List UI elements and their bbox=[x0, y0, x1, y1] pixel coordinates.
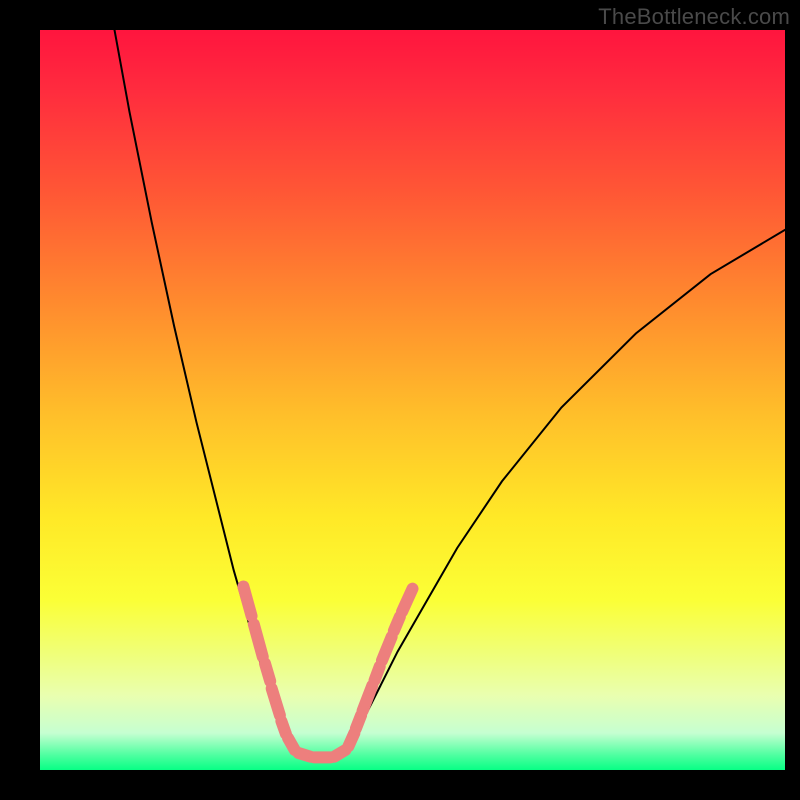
curve-left bbox=[115, 30, 309, 757]
marker-segment bbox=[243, 586, 251, 616]
marker-segment bbox=[375, 666, 380, 680]
chart-frame: TheBottleneck.com bbox=[0, 0, 800, 800]
marker-segment bbox=[382, 637, 392, 661]
curve-right bbox=[331, 230, 785, 758]
marker-segment bbox=[281, 721, 285, 734]
marker-segment bbox=[394, 617, 400, 631]
marker-segment bbox=[402, 589, 412, 612]
chart-svg bbox=[40, 30, 785, 770]
plot-area bbox=[40, 30, 785, 770]
marker-segment bbox=[265, 663, 270, 681]
marker-segment bbox=[288, 738, 295, 750]
marker-segment bbox=[356, 715, 361, 728]
marker-segment bbox=[272, 689, 280, 716]
curve-layer bbox=[115, 30, 786, 758]
marker-segment bbox=[348, 733, 354, 746]
marker-segment bbox=[334, 750, 345, 757]
attribution-text: TheBottleneck.com bbox=[598, 4, 790, 30]
marker-segment bbox=[254, 624, 263, 657]
